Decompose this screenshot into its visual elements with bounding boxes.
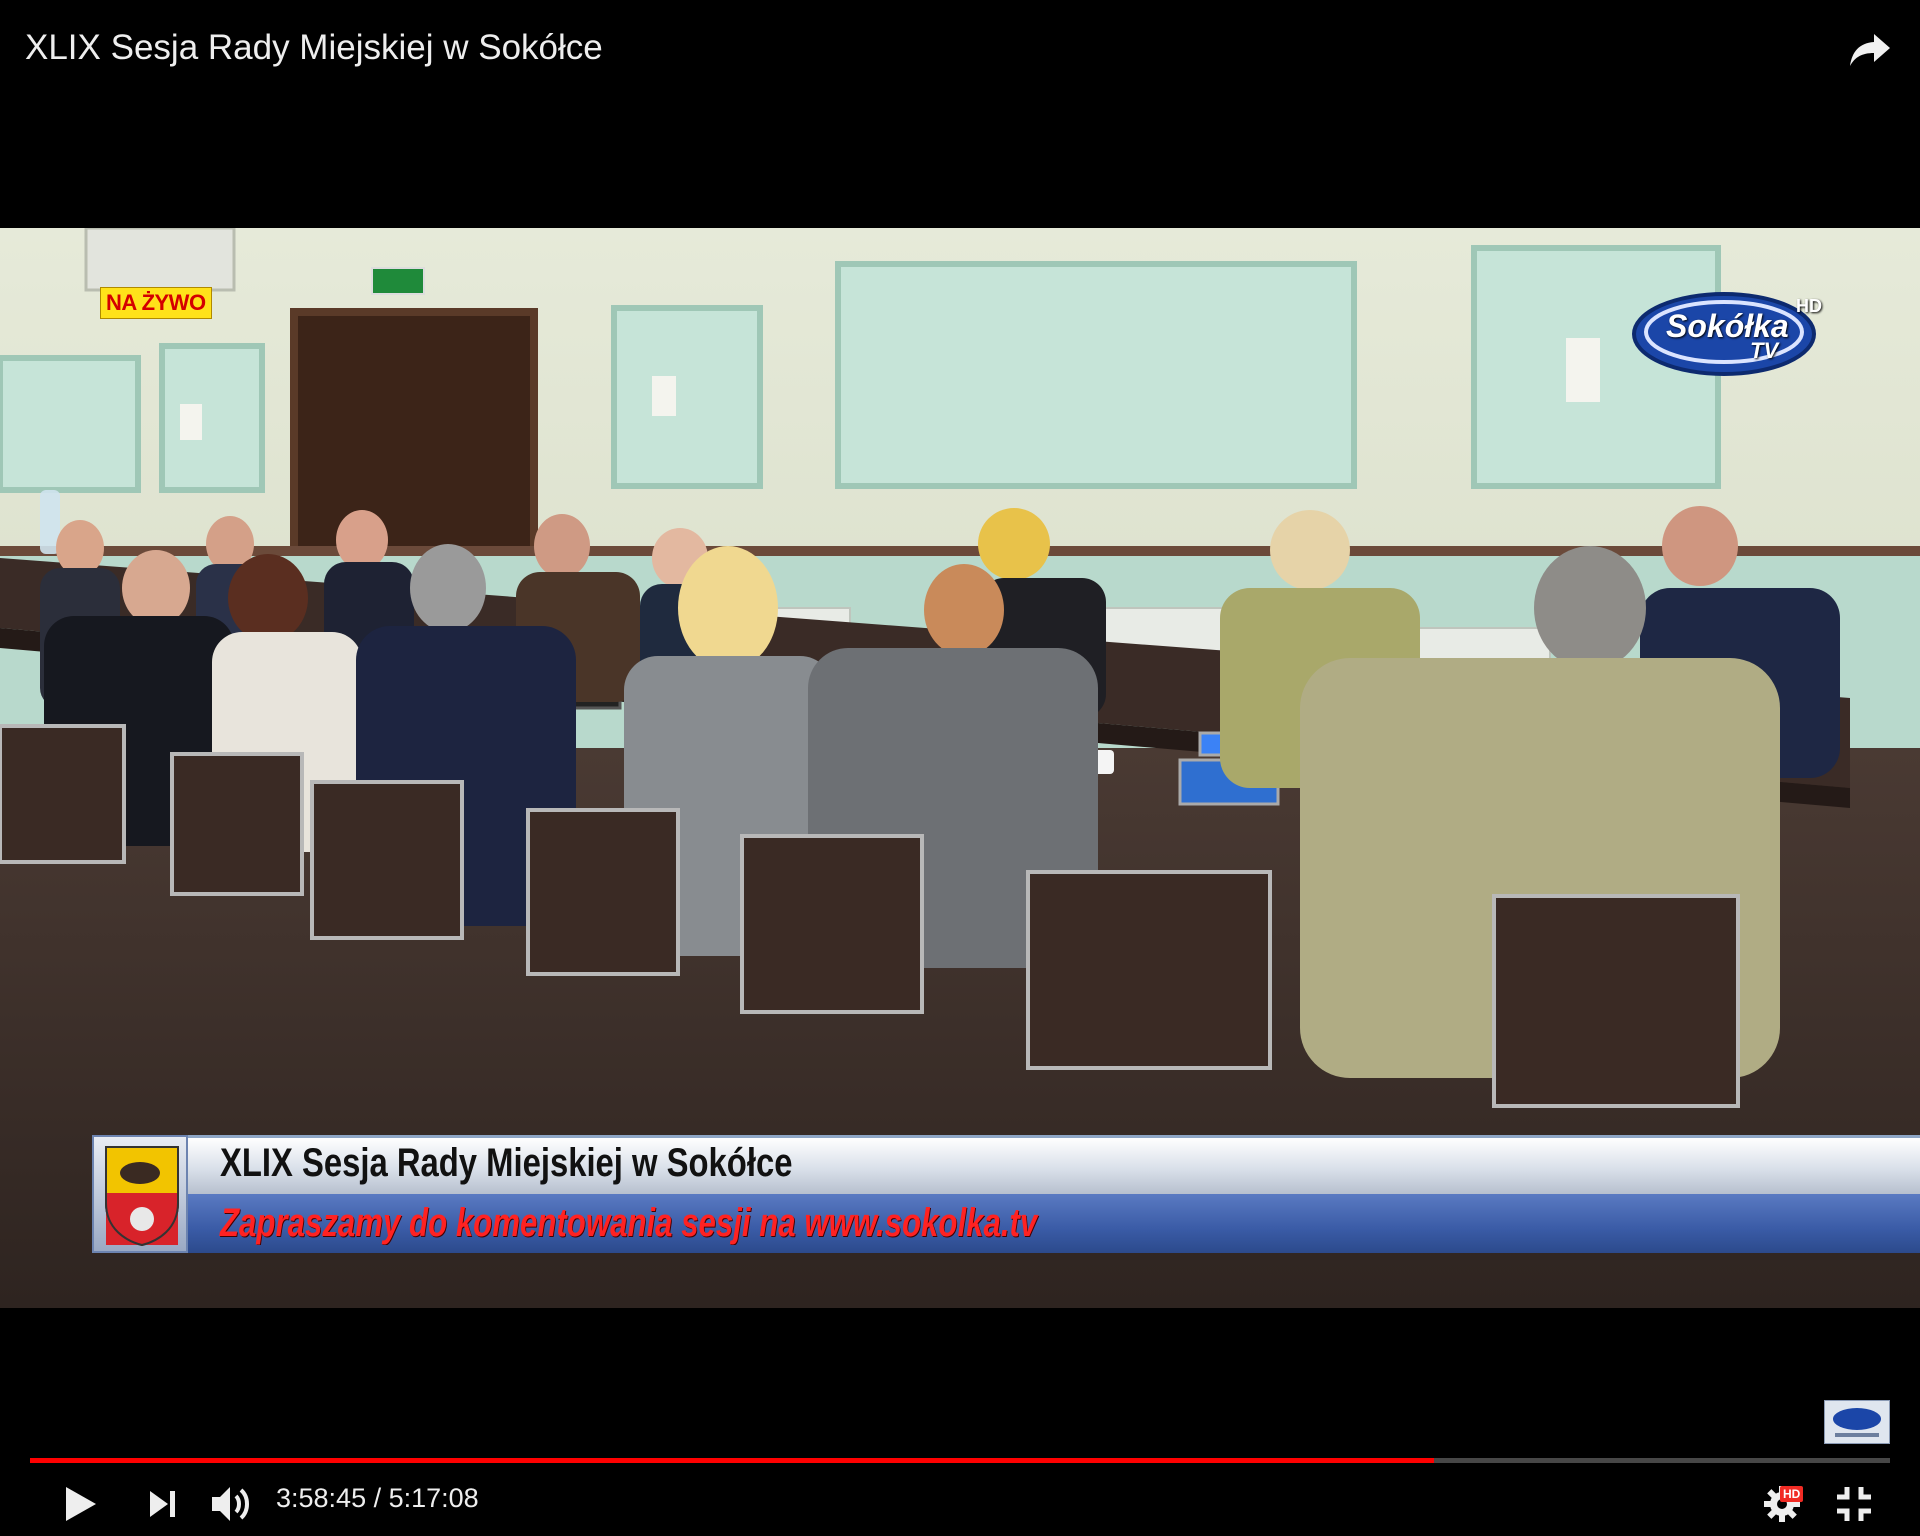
next-button[interactable] xyxy=(140,1477,186,1531)
volume-icon xyxy=(212,1487,249,1521)
lower-third-banner: XLIX Sesja Rady Miejskiej w Sokółce Zapr… xyxy=(92,1135,1920,1253)
video-frame[interactable]: NA ŻYWO Sokółka TV HD XLIX Sesja Rady Mi… xyxy=(0,228,1920,1308)
duration: 5:17:08 xyxy=(388,1483,479,1513)
video-title[interactable]: XLIX Sesja Rady Miejskiej w Sokółce xyxy=(25,28,603,68)
current-time: 3:58:45 xyxy=(276,1483,367,1513)
channel-logo: Sokółka TV HD xyxy=(1628,282,1824,382)
channel-logo-sub: TV xyxy=(1750,338,1779,363)
coat-of-arms-icon xyxy=(105,1146,179,1247)
channel-logo-hd: HD xyxy=(1796,296,1822,316)
exit-fullscreen-icon xyxy=(1837,1487,1871,1521)
settings-button[interactable]: HD xyxy=(1752,1476,1812,1532)
play-button[interactable] xyxy=(54,1477,108,1531)
channel-watermark xyxy=(1824,1400,1890,1444)
crest-box xyxy=(92,1135,188,1253)
live-badge: NA ŻYWO xyxy=(100,287,212,319)
progress-bar[interactable] xyxy=(30,1456,1890,1464)
lower-third-title: XLIX Sesja Rady Miejskiej w Sokółce xyxy=(220,1141,793,1185)
hd-badge: HD xyxy=(1780,1486,1804,1502)
play-icon xyxy=(66,1487,96,1521)
share-button[interactable] xyxy=(1846,26,1894,74)
time-separator: / xyxy=(366,1483,389,1513)
exit-fullscreen-button[interactable] xyxy=(1826,1476,1882,1532)
watermark-logo-icon xyxy=(1833,1408,1881,1437)
volume-button[interactable] xyxy=(204,1477,260,1531)
progress-played[interactable] xyxy=(30,1458,1435,1463)
share-arrow-icon xyxy=(1850,34,1890,66)
skip-next-icon xyxy=(150,1491,175,1517)
lower-third-subtitle: Zapraszamy do komentowania sesji na www.… xyxy=(220,1201,1038,1245)
video-player[interactable]: XLIX Sesja Rady Miejskiej w Sokółce NA Ż… xyxy=(0,0,1920,1536)
time-display: 3:58:45 / 5:17:08 xyxy=(276,1483,479,1514)
